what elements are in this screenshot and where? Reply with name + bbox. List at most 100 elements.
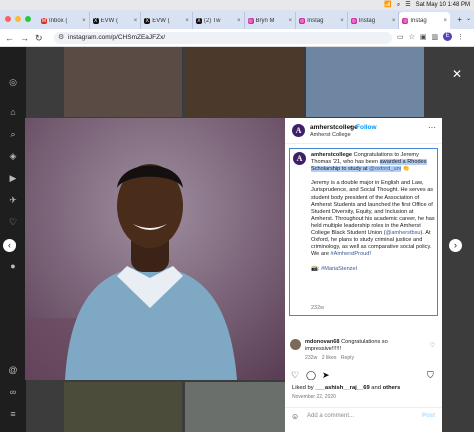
site-info-icon[interactable]: ⚙ [58,32,64,44]
comment-likes[interactable]: 2 likes [322,355,337,361]
post-location[interactable]: Amherst College [310,132,351,138]
grid-thumbnail[interactable] [64,382,182,432]
minimize-window-button[interactable] [15,16,21,22]
notifications-icon[interactable]: ♡ [8,217,18,227]
follow-button[interactable]: Follow [356,124,377,131]
tab-close-icon[interactable]: × [237,18,241,24]
caption-username[interactable]: amherstcollege [311,152,352,158]
instagram-page: ◎ ⌂ ⌕ ◈ ▶ ✈ ♡ ⊕ ● @ ∞ ≡ ✕ ‹ › [0,47,474,432]
home-icon[interactable]: ⌂ [8,107,18,117]
back-icon[interactable]: ← [5,32,14,44]
tab-close-icon[interactable]: × [289,18,293,24]
menu-bar-clock[interactable]: Sat May 10 1:48 PM [416,0,470,10]
browser-tab[interactable]: ◎ Bryn M × [245,12,297,29]
tab-close-icon[interactable]: × [134,18,138,24]
browser-tab[interactable]: M Inbox (× [38,12,90,29]
grid-thumbnail[interactable] [64,47,182,117]
browser-tab[interactable]: ◎ Instag × [296,12,348,29]
account-avatar[interactable]: A [292,124,305,137]
new-tab-button[interactable]: + [457,15,462,24]
grid-thumbnail[interactable] [306,47,424,117]
caption-avatar[interactable]: A [293,152,306,165]
clap-emoji: 👏 [400,166,410,173]
wifi-icon[interactable]: 📶 [384,0,391,10]
meta-icon[interactable]: ∞ [8,387,18,397]
tab-title: Instag [358,17,376,24]
comment-icon[interactable]: ◯ [306,370,316,380]
tab-favicon-icon: X [195,17,202,24]
zoom-window-button[interactable] [25,16,31,22]
liked-by-others[interactable]: others [383,385,401,391]
browser-menu-icon[interactable]: ⋮ [457,33,464,41]
browser-tab[interactable]: X (2) Tw × [193,12,245,29]
tab-title: Instag [410,17,427,24]
tab-close-icon[interactable]: × [443,18,447,24]
close-window-button[interactable] [5,16,11,22]
close-modal-icon[interactable]: ✕ [452,67,462,81]
caption-mention-bsu[interactable]: @amherstbsu [386,230,421,236]
save-bookmark-icon[interactable]: ⛉ [427,370,434,380]
post-comment-button[interactable]: Post [422,413,435,419]
comment-like-icon[interactable]: ♡ [430,342,435,349]
caption-hashtag[interactable]: #AmherstProud [330,251,369,257]
liked-by-text: Liked by ___ashish__raj__69 and others [292,385,400,391]
add-comment-input[interactable]: Add a comment... [307,413,354,419]
forward-icon[interactable]: → [20,32,29,44]
caption-timestamp[interactable]: 232w [311,305,324,311]
like-icon[interactable]: ♡ [291,370,299,380]
tab-favicon-icon: ◎ [299,17,306,24]
credit-hashtag[interactable]: #MariaStenzel [321,266,357,272]
commenter-avatar[interactable] [290,339,301,350]
tab-search-icon[interactable]: ⌄ [466,15,471,22]
commenter-username[interactable]: mdonovan68 [305,339,340,345]
tab-close-icon[interactable]: × [392,18,396,24]
messages-icon[interactable]: ✈ [8,195,18,205]
window-controls [5,16,31,22]
comment-time[interactable]: 232w [305,355,317,361]
next-post-arrow[interactable]: › [449,239,462,252]
bookmark-star-icon[interactable]: ☆ [409,33,415,41]
browser-tab[interactable]: ◎ Instag × [348,12,400,29]
caption-mention-oxford[interactable]: @oxford_uni [369,166,401,173]
grid-thumbnail[interactable] [185,47,303,117]
threads-icon[interactable]: @ [8,365,18,375]
caption-text[interactable]: amherstcollege Congratulations to Jeremy… [311,152,435,273]
post-date[interactable]: November 22, 2020 [292,394,336,400]
search-icon[interactable]: ⌕ [8,129,18,139]
sidebar-icon[interactable]: ▥ [432,33,439,41]
profile-avatar[interactable]: E [443,32,453,41]
tab-favicon-icon: ◎ [247,17,254,24]
reload-icon[interactable]: ↻ [35,32,43,44]
share-icon[interactable]: ➤ [322,370,330,380]
explore-icon[interactable]: ◈ [8,151,18,161]
liked-by-user[interactable]: ___ashish__raj__69 [315,385,369,391]
control-center-icon[interactable]: ☰ [405,0,410,10]
emoji-picker-icon[interactable]: ☺ [291,412,299,421]
more-menu-icon[interactable]: ≡ [8,409,18,419]
tab-favicon-icon: X [144,17,151,24]
browser-toolbar: ← → ↻ ⚙ instagram.com/p/CHSmZEaJFZx/ ▭ ☆… [0,29,474,47]
liked-by-prefix: Liked by [292,385,316,391]
search-icon[interactable]: ⌕ [397,0,400,10]
more-options-icon[interactable]: ··· [428,123,436,132]
address-bar[interactable]: ⚙ instagram.com/p/CHSmZEaJFZx/ [54,32,392,44]
post-detail-panel: A amherstcollege • Follow Amherst Colleg… [285,118,442,380]
post-actions: ♡ ◯ ➤ ⛉ [285,370,442,380]
tab-title: Inbox ( [49,17,68,24]
browser-tab[interactable]: X EVW (× [141,12,193,29]
profile-icon[interactable]: ● [8,261,18,271]
extensions-icon[interactable]: ▣ [420,33,427,41]
tab-close-icon[interactable]: × [340,18,344,24]
instagram-logo-icon[interactable]: ◎ [8,77,18,87]
browser-tab[interactable]: X EVW (× [90,12,142,29]
tab-close-icon[interactable]: × [185,18,189,24]
tab-close-icon[interactable]: × [82,18,86,24]
tab-title: Instag [307,17,324,24]
reels-icon[interactable]: ▶ [8,173,18,183]
install-app-icon[interactable]: ▭ [397,33,404,41]
reply-button[interactable]: Reply [341,355,354,361]
browser-tab[interactable]: ◎ Instag × [399,12,450,29]
previous-post-arrow[interactable]: ‹ [3,239,16,252]
post-photo[interactable] [25,118,285,380]
mac-menu-bar: 📶 ⌕ ☰ Sat May 10 1:48 PM [0,0,474,10]
